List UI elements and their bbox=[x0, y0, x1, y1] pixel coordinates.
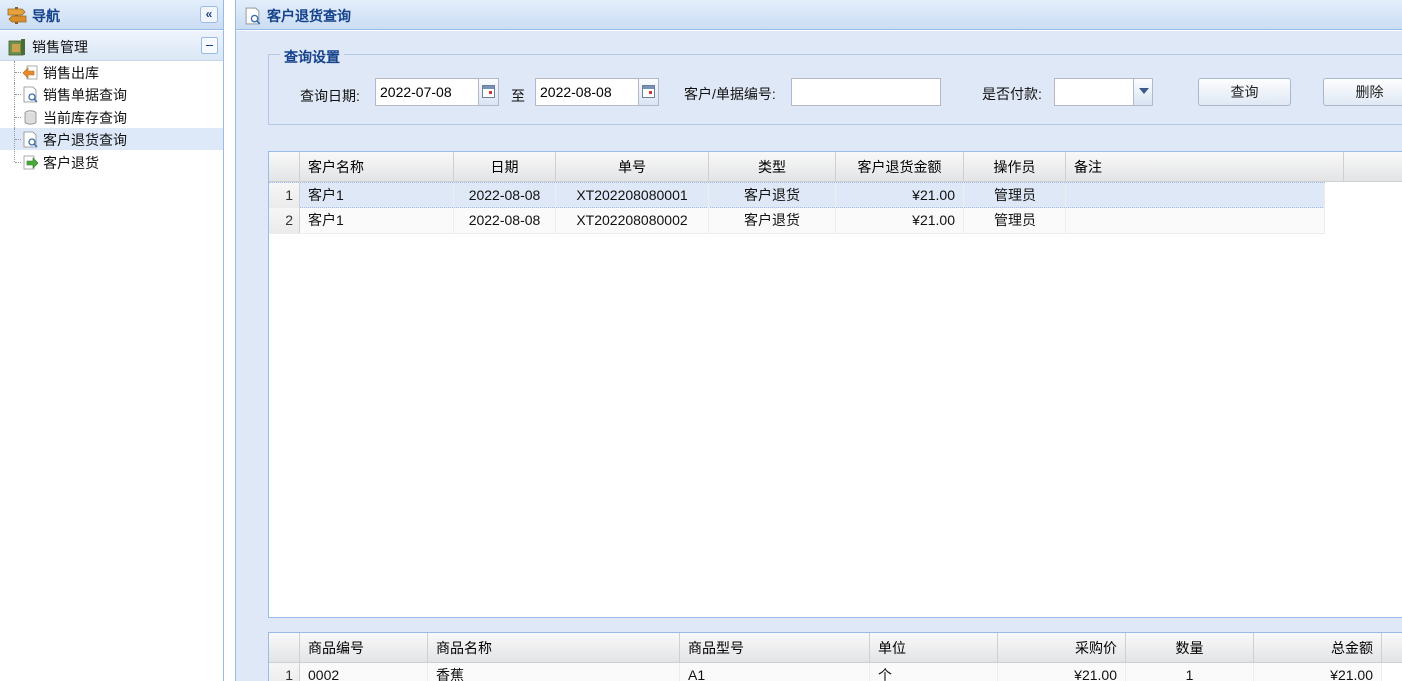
customer-order-number-label: 客户/单据编号: bbox=[684, 86, 776, 102]
cell-date: 2022-08-08 bbox=[454, 208, 556, 233]
column-header-unit[interactable]: 单位 bbox=[870, 633, 998, 663]
navigation-title: 导航 bbox=[32, 8, 60, 24]
cell-product-name: 香蕉 bbox=[428, 663, 680, 681]
delete-button[interactable]: 删除 bbox=[1323, 78, 1402, 106]
cell-customer-name: 客户1 bbox=[300, 208, 454, 233]
cell-remark bbox=[1066, 208, 1325, 233]
double-chevron-left-icon: « bbox=[205, 7, 213, 21]
cell-date: 2022-08-08 bbox=[454, 183, 556, 208]
cell-return-amount: ¥21.00 bbox=[836, 208, 964, 233]
column-header-customer-name[interactable]: 客户名称 bbox=[300, 152, 454, 182]
tree-item-customer-return[interactable]: 客户退货 bbox=[0, 151, 223, 173]
calendar-icon bbox=[482, 85, 495, 98]
tree-item-sales-outbound[interactable]: 销售出库 bbox=[0, 61, 223, 83]
cell-order-number: XT202208080002 bbox=[556, 208, 709, 233]
arrow-right-icon bbox=[23, 155, 39, 170]
payment-status-select[interactable] bbox=[1054, 78, 1134, 106]
query-settings-legend: 查询设置 bbox=[280, 47, 344, 67]
cell-total-amount: ¥21.00 bbox=[1254, 663, 1382, 681]
row-number: 1 bbox=[269, 663, 300, 681]
search-button[interactable]: 查询 bbox=[1198, 78, 1291, 106]
tree-item-label: 客户退货查询 bbox=[43, 132, 127, 148]
row-number: 2 bbox=[269, 208, 300, 233]
document-search-icon bbox=[245, 7, 261, 25]
cell-order-number: XT202208080001 bbox=[556, 183, 709, 208]
column-header-order-number[interactable]: 单号 bbox=[556, 152, 709, 182]
grid-header: 商品编号 商品名称 商品型号 单位 采购价 数量 总金额 bbox=[269, 633, 1402, 663]
tree-item-label: 销售出库 bbox=[43, 65, 99, 81]
table-row[interactable]: 1 0002 香蕉 A1 个 ¥21.00 1 ¥21.00 bbox=[269, 663, 1382, 681]
cell-remark bbox=[1066, 183, 1325, 208]
query-settings-fieldset: 查询设置 查询日期: 至 客户/单据编号: 是否付款: 查询 删除 bbox=[268, 47, 1402, 125]
cell-type: 客户退货 bbox=[709, 208, 836, 233]
grid-header: 客户名称 日期 单号 类型 客户退货金额 操作员 备注 bbox=[269, 152, 1402, 182]
main-content: 查询设置 查询日期: 至 客户/单据编号: 是否付款: 查询 删除 bbox=[236, 31, 1402, 681]
database-icon bbox=[24, 110, 37, 125]
document-search-icon bbox=[23, 86, 38, 103]
document-search-icon bbox=[23, 131, 38, 148]
row-number: 1 bbox=[269, 183, 300, 208]
column-header-type[interactable]: 类型 bbox=[709, 152, 836, 182]
cell-customer-name: 客户1 bbox=[300, 183, 454, 208]
column-header-quantity[interactable]: 数量 bbox=[1126, 633, 1254, 663]
chevron-down-icon bbox=[1139, 88, 1149, 94]
cell-operator: 管理员 bbox=[964, 183, 1066, 208]
customer-returns-grid: 客户名称 日期 单号 类型 客户退货金额 操作员 备注 1 客户1 2022-0… bbox=[268, 151, 1402, 618]
column-header-product-code[interactable]: 商品编号 bbox=[300, 633, 428, 663]
sales-management-label: 销售管理 bbox=[32, 39, 88, 55]
column-header-operator[interactable]: 操作员 bbox=[964, 152, 1066, 182]
tree-item-current-stock-query[interactable]: 当前库存查询 bbox=[0, 106, 223, 128]
sales-management-group-header[interactable]: 销售管理 bbox=[0, 31, 223, 61]
column-header-product-name[interactable]: 商品名称 bbox=[428, 633, 680, 663]
tree-item-label: 客户退货 bbox=[43, 155, 99, 171]
navigation-header: 导航 « bbox=[0, 0, 223, 30]
tree-item-customer-return-query[interactable]: 客户退货查询 bbox=[0, 128, 223, 150]
calendar-icon bbox=[642, 85, 655, 98]
page-title: 客户退货查询 bbox=[267, 8, 351, 24]
cell-purchase-price: ¥21.00 bbox=[998, 663, 1126, 681]
cell-return-amount: ¥21.00 bbox=[836, 183, 964, 208]
customer-order-number-input[interactable] bbox=[791, 78, 941, 106]
arrow-left-icon bbox=[22, 65, 38, 80]
column-header-remark[interactable]: 备注 bbox=[1066, 152, 1344, 182]
collapse-group-button[interactable] bbox=[201, 37, 218, 54]
collapse-navigation-button[interactable]: « bbox=[200, 6, 218, 23]
cell-quantity: 1 bbox=[1126, 663, 1254, 681]
date-to-picker-button[interactable] bbox=[638, 78, 659, 106]
signpost-icon bbox=[7, 7, 27, 24]
tree-item-sales-document-query[interactable]: 销售单据查询 bbox=[0, 83, 223, 105]
date-range-separator: 至 bbox=[511, 88, 525, 104]
return-items-grid: 商品编号 商品名称 商品型号 单位 采购价 数量 总金额 1 0002 香蕉 A… bbox=[268, 632, 1402, 681]
cell-product-model: A1 bbox=[680, 663, 870, 681]
navigation-panel: 导航 « 销售管理 销售出库 销售单据查询 当前库存查询 客户退货查询 客户退货 bbox=[0, 0, 224, 681]
main-panel: 客户退货查询 查询设置 查询日期: 至 客户/单据编号: 是否付款: 查询 bbox=[235, 0, 1402, 681]
cell-type: 客户退货 bbox=[709, 183, 836, 208]
date-from-picker-button[interactable] bbox=[478, 78, 499, 106]
payment-status-dropdown-button[interactable] bbox=[1133, 78, 1153, 106]
cell-unit: 个 bbox=[870, 663, 998, 681]
tree-item-label: 销售单据查询 bbox=[43, 87, 127, 103]
column-header-purchase-price[interactable]: 采购价 bbox=[998, 633, 1126, 663]
cell-product-code: 0002 bbox=[300, 663, 428, 681]
date-to-input[interactable] bbox=[535, 78, 639, 106]
query-date-label: 查询日期: bbox=[300, 88, 360, 104]
column-header-date[interactable]: 日期 bbox=[454, 152, 556, 182]
table-row[interactable]: 1 客户1 2022-08-08 XT202208080001 客户退货 ¥21… bbox=[269, 182, 1325, 208]
sales-folder-icon bbox=[8, 39, 25, 56]
cell-operator: 管理员 bbox=[964, 208, 1066, 233]
main-panel-header: 客户退货查询 bbox=[236, 0, 1402, 30]
date-from-input[interactable] bbox=[375, 78, 479, 106]
column-header-total-amount[interactable]: 总金额 bbox=[1254, 633, 1382, 663]
tree-item-label: 当前库存查询 bbox=[43, 110, 127, 126]
column-header-product-model[interactable]: 商品型号 bbox=[680, 633, 870, 663]
table-row[interactable]: 2 客户1 2022-08-08 XT202208080002 客户退货 ¥21… bbox=[269, 208, 1325, 234]
column-header-return-amount[interactable]: 客户退货金额 bbox=[836, 152, 964, 182]
payment-status-label: 是否付款: bbox=[982, 86, 1042, 102]
